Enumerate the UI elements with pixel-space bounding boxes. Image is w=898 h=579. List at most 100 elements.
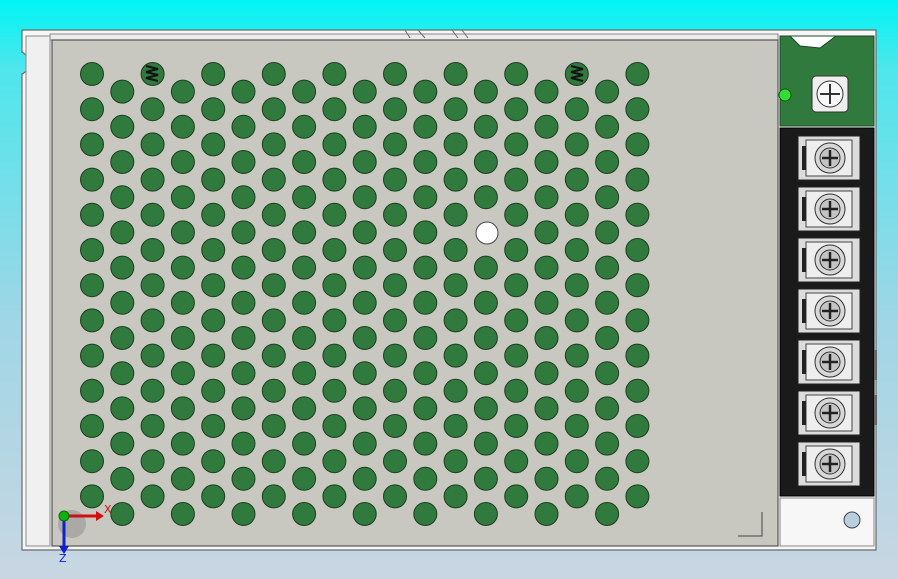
vent-hole (352, 79, 377, 104)
vent-hole (504, 62, 529, 86)
terminal-screw[interactable] (797, 288, 861, 334)
vent-hole (595, 466, 620, 491)
vent-hole (443, 343, 468, 368)
vent-hole (504, 238, 529, 262)
vent-hole (595, 290, 620, 315)
vent-hole (261, 167, 286, 192)
vent-hole (231, 220, 256, 245)
vent-hole (322, 62, 347, 86)
vent-hole (625, 62, 650, 86)
vent-hole (292, 396, 317, 421)
vent-hole (383, 238, 407, 262)
vent-hole (261, 238, 286, 262)
vent-hole (292, 361, 317, 386)
vent-hole (413, 361, 438, 386)
triad-x-label: X (104, 503, 112, 516)
vent-hole (473, 290, 498, 315)
vent-hole (170, 185, 195, 210)
vent-hole (170, 290, 195, 315)
vent-hole (80, 484, 104, 509)
vent-hole (80, 202, 104, 227)
cad-viewport[interactable]: X Z (0, 0, 898, 579)
vent-hole (595, 361, 620, 386)
vent-hole (352, 431, 377, 456)
terminal-screw[interactable] (797, 186, 861, 232)
indicator-led (778, 88, 792, 102)
vent-hole (231, 431, 256, 456)
vent-hole (140, 343, 165, 368)
vent-hole (292, 431, 317, 456)
vent-hole (322, 167, 347, 192)
vent-hole (140, 167, 165, 192)
vent-hole (201, 132, 226, 157)
vent-hole (383, 167, 407, 192)
vent-hole (534, 431, 559, 456)
vent-hole (413, 502, 438, 526)
vent-hole (564, 343, 589, 368)
vent-hole (80, 449, 104, 474)
vent-hole (140, 449, 165, 474)
vent-hole (534, 290, 559, 315)
vent-hole (473, 185, 498, 210)
vent-hole (625, 308, 650, 333)
vent-hole (352, 255, 377, 280)
vent-hole (110, 79, 135, 104)
vent-hole (352, 150, 377, 174)
vent-hole (110, 431, 135, 456)
terminal-screw[interactable] (797, 441, 861, 487)
vent-hole (352, 326, 377, 350)
vent-hole (595, 431, 620, 456)
vent-hole (261, 308, 286, 333)
vent-hole (322, 308, 347, 333)
vent-hole (110, 361, 135, 386)
vent-hole (413, 290, 438, 315)
vent-hole (261, 378, 286, 403)
vent-hole (443, 202, 468, 227)
vent-hole (534, 361, 559, 386)
vent-hole (231, 255, 256, 280)
vent-hole (110, 290, 135, 315)
adjust-potentiometer[interactable] (811, 75, 849, 113)
vent-hole (110, 326, 135, 350)
vent-hole (443, 132, 468, 157)
terminal-screw[interactable] (797, 135, 861, 181)
terminal-screw[interactable] (797, 237, 861, 283)
vent-hole (564, 238, 589, 262)
vent-hole (231, 185, 256, 210)
vent-hole (443, 167, 468, 192)
power-supply-model[interactable] (0, 0, 898, 579)
vent-hole (413, 185, 438, 210)
vent-hole (201, 238, 226, 262)
vent-hole (534, 466, 559, 491)
vent-hole (625, 97, 650, 122)
vent-hole (564, 308, 589, 333)
vent-hole (170, 79, 195, 104)
vent-hole (383, 308, 407, 333)
vent-hole (322, 97, 347, 122)
vent-hole (625, 414, 650, 438)
vent-hole (383, 449, 407, 474)
vent-hole (170, 502, 195, 526)
vent-hole (473, 431, 498, 456)
vent-hole (534, 79, 559, 104)
vent-hole (170, 396, 195, 421)
vent-hole (322, 202, 347, 227)
vent-hole (201, 449, 226, 474)
vent-hole (322, 273, 347, 298)
vent-hole (292, 220, 317, 245)
vent-hole (292, 466, 317, 491)
terminal-screw[interactable] (797, 339, 861, 385)
vent-hole (261, 484, 286, 509)
vent-hole (261, 132, 286, 157)
terminal-screws (797, 135, 861, 487)
terminal-screw[interactable] (797, 390, 861, 436)
vent-hole (473, 150, 498, 174)
vent-hole (443, 238, 468, 262)
vent-hole (413, 396, 438, 421)
vent-hole (352, 396, 377, 421)
vent-hole (140, 132, 165, 157)
vent-hole (292, 185, 317, 210)
vent-hole (201, 308, 226, 333)
vent-hole (140, 202, 165, 227)
right-edge-tab (874, 350, 877, 380)
